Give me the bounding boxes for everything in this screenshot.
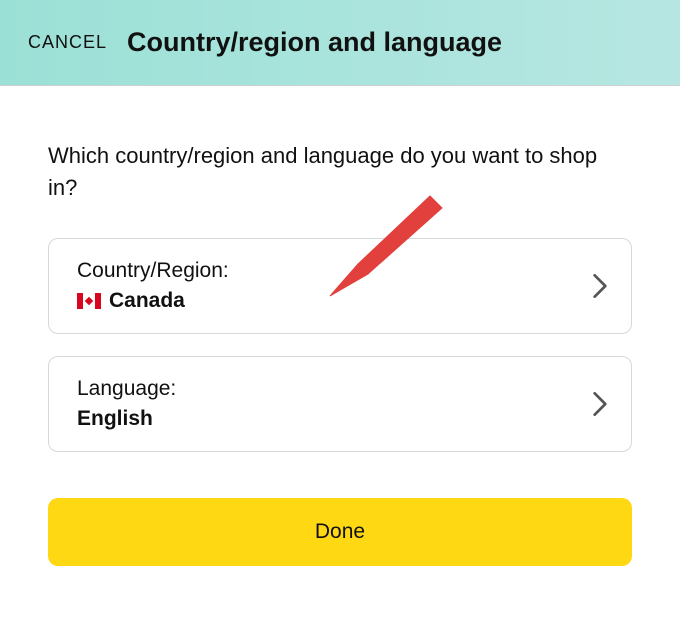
country-region-value-row: Canada xyxy=(77,289,571,313)
country-region-selector[interactable]: Country/Region: Canada xyxy=(48,238,632,334)
prompt-text: Which country/region and language do you… xyxy=(48,140,632,204)
language-label: Language: xyxy=(77,377,571,401)
page-title: Country/region and language xyxy=(127,27,502,58)
header-bar: CANCEL Country/region and language xyxy=(0,0,680,86)
cancel-button[interactable]: CANCEL xyxy=(28,32,107,53)
chevron-right-icon xyxy=(593,392,607,416)
country-region-value: Canada xyxy=(109,289,185,313)
language-value: English xyxy=(77,407,153,431)
canada-flag-icon xyxy=(77,293,101,309)
language-selector[interactable]: Language: English xyxy=(48,356,632,452)
country-region-label: Country/Region: xyxy=(77,259,571,283)
content-area: Which country/region and language do you… xyxy=(0,86,680,566)
done-button[interactable]: Done xyxy=(48,498,632,566)
chevron-right-icon xyxy=(593,274,607,298)
